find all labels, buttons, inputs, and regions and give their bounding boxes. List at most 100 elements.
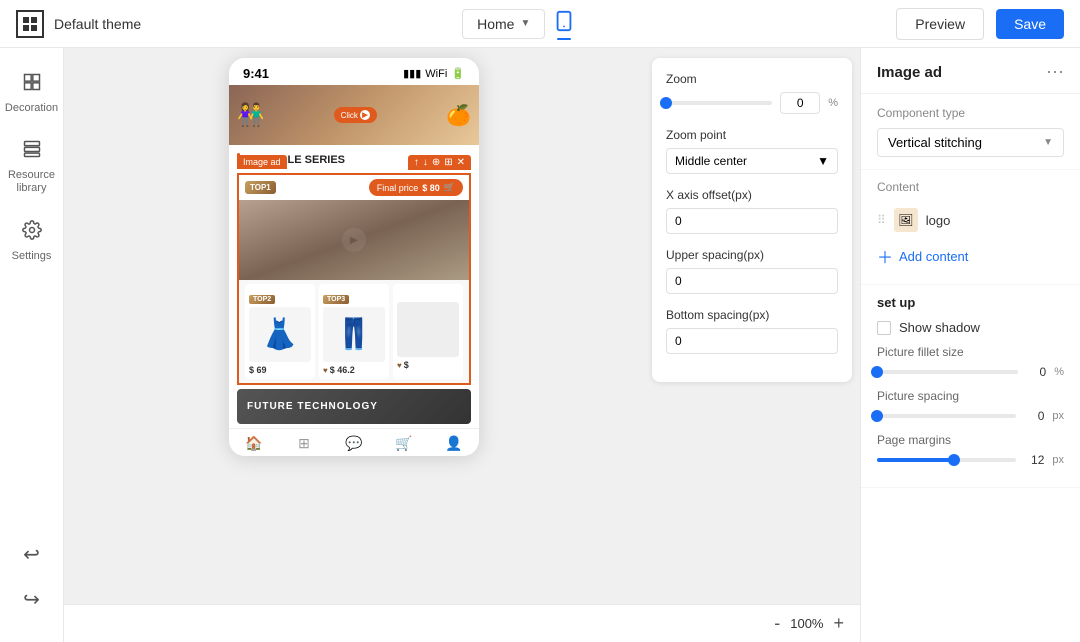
banner-click-button[interactable]: Click ▶ [334, 107, 377, 123]
phone-status-bar: 9:41 ▮▮▮ WiFi 🔋 [229, 58, 479, 85]
component-type-value: Vertical stitching [888, 135, 982, 150]
component-type-label: Component type [877, 106, 1064, 120]
nav-profile[interactable]: 👤 [429, 435, 479, 452]
logo-content-item: ⠿ 🖼 logo [877, 202, 1064, 238]
nav-grid[interactable]: ⊞ [279, 435, 329, 452]
phone-future-banner: FUTURE TECHNOLOGY [237, 389, 471, 424]
video-thumbnail: ▶ [239, 200, 469, 280]
sidebar-item-decoration[interactable]: Decoration [4, 64, 60, 123]
zoom-point-arrow-icon: ▼ [817, 154, 829, 168]
spacing-slider-thumb[interactable] [871, 410, 883, 422]
show-shadow-checkbox[interactable] [877, 321, 891, 335]
x-axis-input[interactable] [666, 208, 838, 234]
nav-cart[interactable]: 🛒 [379, 435, 429, 452]
zoom-section: Zoom 0 % [666, 72, 838, 114]
sidebar-item-resource-library[interactable]: Resource library [4, 131, 60, 203]
logo-thumbnail: 🖼 [894, 208, 918, 232]
product-price-1: $ 69 [249, 365, 311, 375]
phone-banner: 👫 Click ▶ 🍊 [229, 85, 479, 145]
zoom-point-section: Zoom point Middle center ▼ [666, 128, 838, 174]
zoom-out-button[interactable]: - [774, 613, 780, 634]
bottom-spacing-input[interactable] [666, 328, 838, 354]
save-button[interactable]: Save [996, 9, 1064, 39]
price-value: $ 80 [422, 183, 440, 193]
fillet-slider-thumb[interactable] [871, 366, 883, 378]
page-selector[interactable]: Home ▼ [462, 9, 545, 39]
product-price-2: ♥ $ 46.2 [323, 365, 385, 375]
copy-icon[interactable]: ⊕ [432, 157, 440, 168]
add-icon: ＋ [877, 244, 893, 268]
show-shadow-row: Show shadow [877, 320, 1064, 335]
product-card-1: TOP2 👗 $ 69 [245, 284, 315, 379]
mobile-device-icon[interactable] [553, 10, 575, 38]
margins-slider-thumb[interactable] [948, 454, 960, 466]
product-image-2: 👖 [323, 307, 385, 362]
zoom-value-input[interactable]: 0 [780, 92, 820, 114]
decoration-label: Decoration [5, 102, 58, 115]
margins-value: 12 [1024, 453, 1044, 467]
fillet-label: Picture fillet size [877, 345, 1064, 359]
content-section: Content ⠿ 🖼 logo ＋ Add content [861, 170, 1080, 285]
logo-thumb-icon: 🖼 [898, 213, 913, 227]
x-axis-label: X axis offset(px) [666, 188, 838, 202]
margins-slider-fill [877, 458, 954, 462]
component-type-dropdown[interactable]: Vertical stitching ▼ [877, 128, 1064, 157]
component-type-arrow-icon: ▼ [1043, 137, 1053, 148]
move-icon[interactable]: ⊞ [444, 157, 452, 168]
product-image-3 [397, 302, 459, 357]
setup-section: set up Show shadow Picture fillet size 0… [861, 285, 1080, 488]
product-badge-2: TOP2 [249, 295, 275, 304]
delete-icon[interactable]: ✕ [457, 157, 465, 168]
spacing-slider-track[interactable] [877, 414, 1016, 418]
upper-spacing-input[interactable] [666, 268, 838, 294]
topbar-right: Preview Save [896, 8, 1064, 40]
preview-button[interactable]: Preview [896, 8, 984, 40]
margins-label: Page margins [877, 433, 1064, 447]
drag-handle-icon[interactable]: ⠿ [877, 213, 886, 227]
app-logo [16, 10, 44, 38]
redo-button[interactable]: ↪ [17, 581, 46, 618]
decoration-icon [22, 72, 42, 98]
product-badge-3: TOP3 [323, 295, 349, 304]
fillet-value: 0 [1026, 365, 1046, 379]
nav-home[interactable]: 🏠 [229, 435, 279, 452]
banner-people-icon: 👫 [237, 102, 264, 128]
add-content-button[interactable]: ＋ Add content [877, 238, 1064, 274]
move-down-icon[interactable]: ↓ [423, 157, 428, 168]
final-price-badge: Final price $ 80 🛒 [369, 179, 463, 196]
dropdown-arrow-icon: ▼ [520, 18, 530, 29]
margins-slider-track[interactable] [877, 458, 1016, 462]
topbar-left: Default theme [16, 10, 141, 38]
margins-unit: px [1052, 454, 1064, 466]
right-panel: Image ad ⋯ Component type Vertical stitc… [860, 48, 1080, 642]
fillet-slider-track[interactable] [877, 370, 1018, 374]
content-label: Content [877, 180, 1064, 194]
undo-button[interactable]: ↩ [17, 536, 46, 573]
zoom-in-button[interactable]: + [833, 613, 844, 634]
zoom-bar: - 100% + [64, 604, 860, 642]
bottom-spacing-label: Bottom spacing(px) [666, 308, 838, 322]
more-options-icon[interactable]: ⋯ [1046, 62, 1064, 83]
settings-icon [22, 220, 42, 246]
topbar: Default theme Home ▼ Preview Save [0, 0, 1080, 48]
zoom-label: Zoom [666, 72, 838, 86]
zoom-point-label: Zoom point [666, 128, 838, 142]
price-icon-3: ♥ [397, 361, 402, 370]
zoom-slider-thumb[interactable] [660, 97, 672, 109]
add-content-label: Add content [899, 249, 968, 264]
move-up-icon[interactable]: ↑ [414, 157, 419, 168]
spacing-value: 0 [1024, 409, 1044, 423]
sidebar-bottom: ↩ ↪ [17, 536, 46, 626]
zoom-percent: 100% [790, 616, 823, 631]
image-ad-label: Image ad [237, 155, 287, 169]
sidebar-item-settings[interactable]: Settings [4, 212, 60, 271]
center-content: 9:41 ▮▮▮ WiFi 🔋 👫 Click ▶ 🍊 [64, 48, 860, 642]
zoom-point-dropdown[interactable]: Middle center ▼ [666, 148, 838, 174]
resource-library-icon [22, 139, 42, 165]
product-price-3: ♥ $ [397, 360, 459, 370]
zoom-slider-track[interactable] [666, 101, 772, 105]
left-sidebar: Decoration Resource library Settings [0, 48, 64, 642]
settings-label: Settings [12, 250, 52, 263]
nav-message[interactable]: 💬 [329, 435, 379, 452]
phone-time: 9:41 [243, 66, 269, 81]
